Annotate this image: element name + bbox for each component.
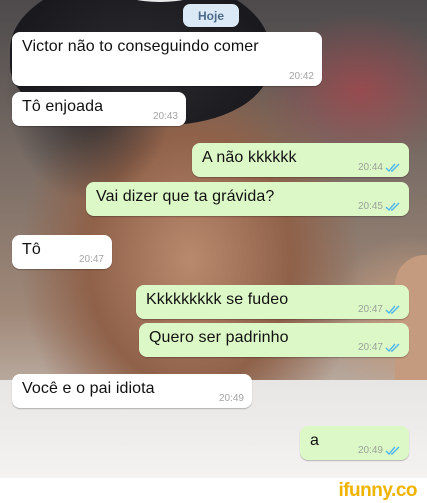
message-time: 20:47	[78, 254, 104, 265]
message-bubble-incoming[interactable]: Tô 20:47	[12, 235, 112, 269]
message-bubble-incoming[interactable]: Você e o pai idiota 20:49	[12, 374, 252, 408]
message-meta: 20:42	[289, 71, 314, 82]
message-bubble-outgoing[interactable]: Kkkkkkkkk se fudeo 20:47	[136, 285, 409, 319]
message-meta: 20:47	[358, 342, 401, 353]
message-time: 20:42	[288, 71, 314, 82]
message-bubble-incoming[interactable]: Victor não to conseguindo comer 20:42	[12, 32, 322, 86]
message-meta: 20:43	[153, 111, 178, 122]
message-time: 20:44	[357, 162, 383, 173]
message-bubble-outgoing[interactable]: A não kkkkkk 20:44	[192, 143, 409, 177]
message-time: 20:49	[218, 393, 244, 404]
message-meta: 20:45	[358, 201, 401, 212]
message-text: Quero ser padrinho	[149, 329, 289, 346]
message-meta: 20:44	[358, 162, 401, 173]
double-check-icon	[385, 343, 401, 353]
cap-logo	[120, 0, 200, 2]
double-check-icon	[385, 163, 401, 173]
date-separator: Hoje	[183, 4, 239, 27]
ifunny-watermark: ifunny.co	[338, 480, 417, 501]
message-meta: 20:47	[79, 254, 104, 265]
message-bubble-incoming[interactable]: Tô enjoada 20:43	[12, 92, 186, 126]
message-time: 20:45	[357, 201, 383, 212]
double-check-icon	[385, 305, 401, 315]
message-meta: 20:49	[358, 445, 401, 456]
date-separator-label: Hoje	[197, 8, 224, 23]
message-text: Vai dizer que ta grávida?	[96, 188, 275, 205]
message-text: Tô	[22, 241, 41, 258]
double-check-icon	[385, 446, 401, 456]
message-meta: 20:47	[358, 304, 401, 315]
message-bubble-outgoing[interactable]: a 20:49	[300, 426, 409, 460]
message-meta: 20:49	[219, 393, 244, 404]
watermark-bar: ifunny.co	[0, 478, 427, 503]
message-text: Você e o pai idiota	[22, 380, 155, 397]
message-bubble-outgoing[interactable]: Vai dizer que ta grávida? 20:45	[86, 182, 409, 216]
message-time: 20:43	[152, 111, 178, 122]
double-check-icon	[385, 202, 401, 212]
message-time: 20:47	[357, 342, 383, 353]
message-bubble-outgoing[interactable]: Quero ser padrinho 20:47	[139, 323, 409, 357]
message-text: Tô enjoada	[22, 98, 104, 115]
message-text: Victor não to conseguindo comer	[22, 38, 259, 55]
message-text: Kkkkkkkkk se fudeo	[146, 291, 289, 308]
message-time: 20:49	[357, 445, 383, 456]
message-text: A não kkkkkk	[202, 149, 297, 166]
message-text: a	[310, 432, 319, 449]
message-time: 20:47	[357, 304, 383, 315]
